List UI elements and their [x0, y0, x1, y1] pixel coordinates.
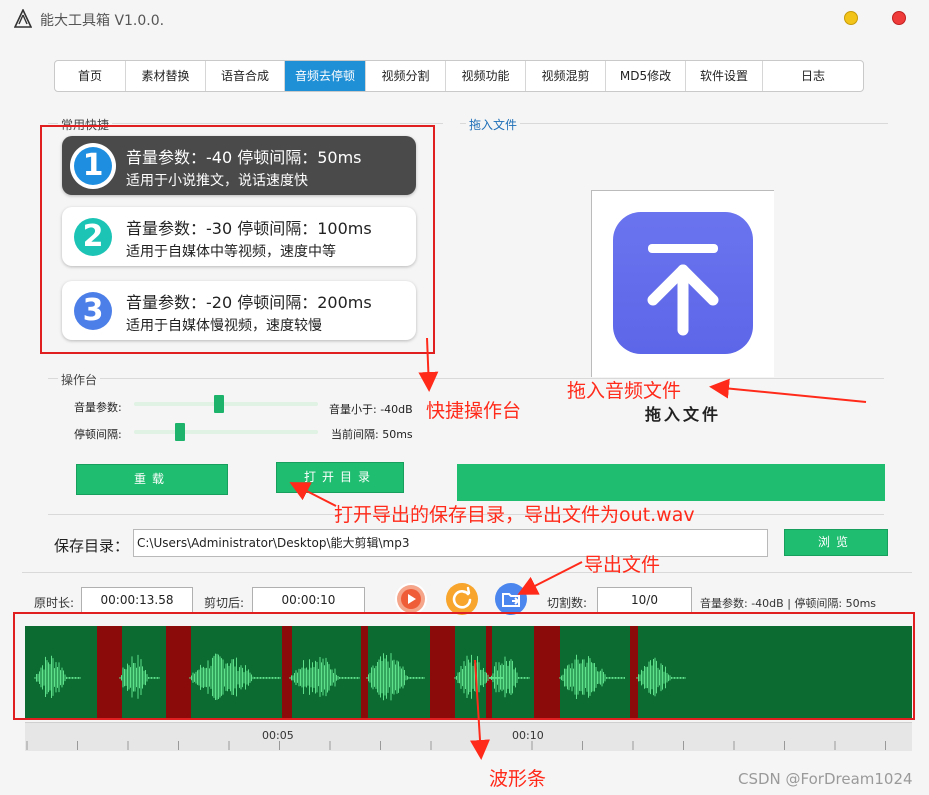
tab-video-functions[interactable]: 视频功能	[446, 61, 526, 91]
drop-divider	[460, 123, 888, 124]
console-divider	[48, 378, 884, 379]
volume-slider-thumb[interactable]	[213, 395, 224, 413]
pause-slider-track[interactable]	[134, 430, 318, 434]
tab-video-split[interactable]: 视频分割	[366, 61, 446, 91]
silence-segment	[486, 626, 492, 718]
app-title: 能大工具箱 V1.0.0.	[40, 13, 165, 29]
reset-button[interactable]: 重载	[76, 464, 228, 495]
silence-segment	[97, 626, 122, 718]
silence-segment	[430, 626, 455, 718]
segments-label: 切割数:	[547, 596, 588, 610]
file-drop-zone[interactable]	[591, 190, 774, 377]
cut-duration-label: 剪切后:	[204, 596, 245, 610]
tab-remove-pauses[interactable]: 音频去停顿	[285, 61, 366, 91]
drop-section-label: 拖入文件	[466, 116, 521, 133]
title-bar: 能大工具箱 V1.0.0.	[0, 0, 929, 40]
params-summary: 音量参数: -40dB | 停顿间隔: 50ms	[700, 597, 877, 610]
volume-slider-track[interactable]	[134, 402, 318, 406]
annotation-open-dir: 打开导出的保存目录，导出文件为out.wav	[334, 504, 695, 526]
tab-home[interactable]: 首页	[55, 61, 126, 91]
tab-speech-synthesis[interactable]: 语音合成	[206, 61, 285, 91]
annotation-waveform: 波形条	[489, 768, 547, 790]
export-button[interactable]	[495, 583, 527, 615]
original-duration-label: 原时长:	[34, 596, 75, 610]
play-button[interactable]	[395, 583, 427, 615]
export-progress-bar	[457, 464, 885, 501]
tick-label: 00:10	[512, 729, 544, 742]
save-dir-label: 保存目录：	[54, 537, 130, 555]
timeline-ruler[interactable]: 00:05 00:10	[25, 722, 912, 751]
export-folder-icon	[502, 593, 520, 607]
segments-value: 10/0	[597, 587, 692, 614]
silence-segment	[534, 626, 560, 718]
app-logo-icon	[14, 9, 32, 28]
save-dir-input[interactable]: C:\Users\Administrator\Desktop\能大剪辑\mp3	[133, 529, 768, 557]
reset-waveform-button[interactable]	[446, 583, 478, 615]
timeline-ticks	[26, 741, 886, 750]
original-duration-value: 00:00:13.58	[81, 587, 193, 614]
cut-duration-value: 00:00:10	[252, 587, 365, 614]
silence-segment	[282, 626, 292, 718]
pause-slider-label: 停顿间隔:	[74, 428, 122, 441]
tab-video-mix[interactable]: 视频混剪	[526, 61, 606, 91]
silence-segment	[166, 626, 191, 718]
silence-segment	[630, 626, 638, 718]
annotation-drag-audio: 拖入音频文件	[567, 380, 682, 402]
tab-log[interactable]: 日志	[763, 61, 863, 91]
info-divider	[22, 572, 912, 573]
play-icon	[397, 585, 425, 613]
waveform	[34, 626, 686, 718]
close-button[interactable]	[891, 10, 907, 26]
tick-label: 00:05	[262, 729, 294, 742]
main-tabs: 首页 素材替换 语音合成 音频去停顿 视频分割 视频功能 视频混剪 MD5修改 …	[54, 60, 864, 92]
browse-button[interactable]: 浏览	[784, 529, 888, 556]
shortcut-highlight-box	[40, 125, 435, 354]
tab-md5-modify[interactable]: MD5修改	[606, 61, 686, 91]
waveform-panel[interactable]	[25, 626, 912, 718]
annotation-quick-console: 快捷操作台	[426, 400, 522, 422]
volume-value: 音量小于: -40dB	[329, 403, 413, 416]
annotation-export: 导出文件	[584, 554, 661, 576]
pause-value: 当前间隔: 50ms	[331, 428, 413, 441]
watermark: CSDN @ForDream1024	[738, 770, 913, 788]
pause-slider-thumb[interactable]	[175, 423, 185, 441]
silence-segment	[361, 626, 368, 718]
upload-icon	[613, 212, 753, 354]
open-directory-button[interactable]: 打开目录	[276, 462, 404, 493]
drop-caption: 拖入文件	[645, 405, 722, 424]
tab-software-settings[interactable]: 软件设置	[686, 61, 763, 91]
volume-slider-label: 音量参数:	[74, 401, 122, 414]
refresh-icon	[452, 586, 472, 609]
minimize-button[interactable]	[843, 10, 859, 26]
console-section-label: 操作台	[58, 371, 101, 388]
tab-material-replace[interactable]: 素材替换	[126, 61, 206, 91]
